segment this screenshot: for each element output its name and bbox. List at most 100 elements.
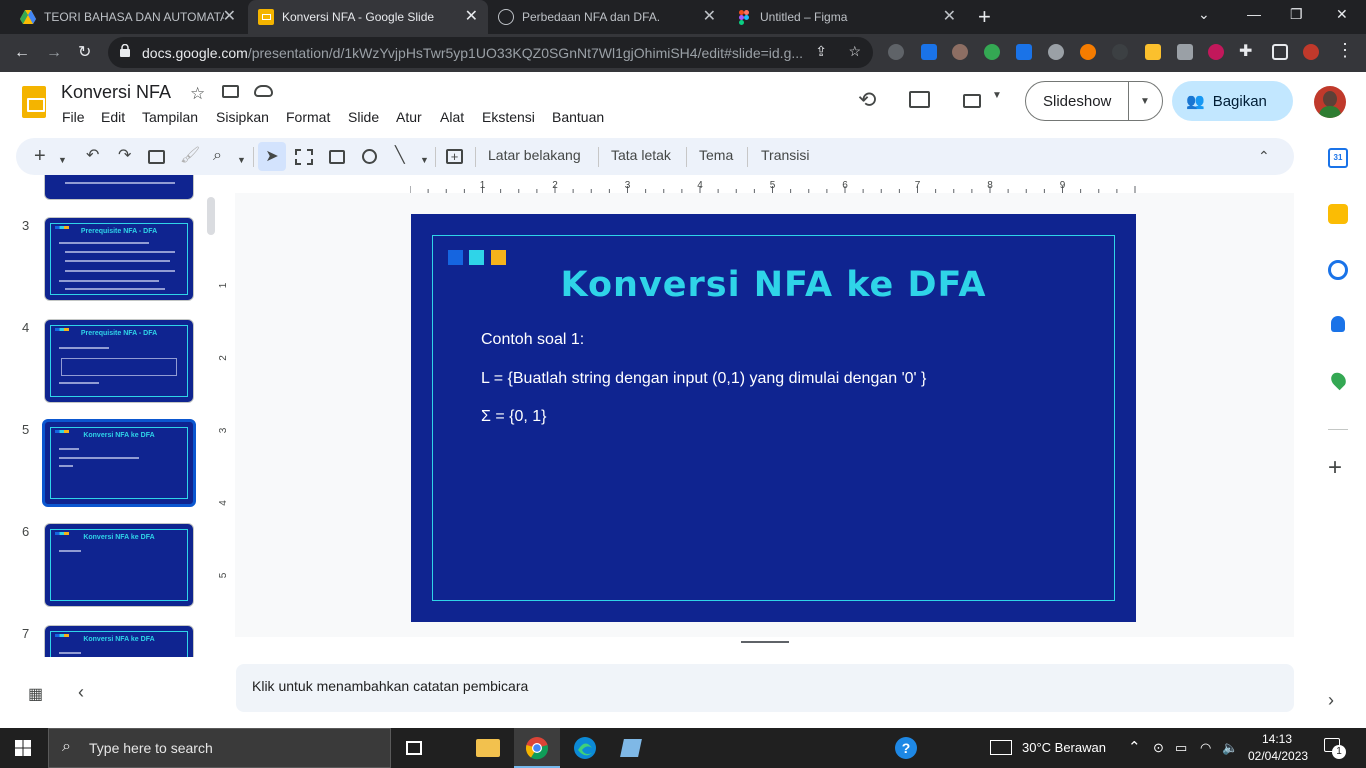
- menu-atur[interactable]: Atur: [396, 109, 422, 125]
- collapse-chevron-up-icon[interactable]: ⌃: [1258, 146, 1270, 166]
- volume-icon[interactable]: 🔈: [1222, 740, 1238, 756]
- forward-arrow-icon[interactable]: →: [46, 43, 62, 63]
- restore-button[interactable]: ❐: [1290, 6, 1303, 23]
- show-hidden-icons-chevron[interactable]: ⌃: [1128, 738, 1141, 756]
- undo-icon[interactable]: ↶: [86, 146, 99, 166]
- slide-body-line[interactable]: Contoh soal 1:: [481, 331, 584, 349]
- tab-perbedaan-nfa[interactable]: Perbedaan NFA dan DFA. ✕: [488, 0, 726, 34]
- clock-date[interactable]: 02/04/2023: [1248, 749, 1308, 763]
- slide-thumbnail-4[interactable]: Prerequisite NFA - DFA: [44, 319, 194, 403]
- edge-icon[interactable]: [573, 736, 597, 760]
- background-button[interactable]: Latar belakang: [488, 147, 581, 163]
- filmstrip-scrollbar[interactable]: [207, 197, 215, 235]
- tab-close-icon[interactable]: ✕: [223, 9, 236, 25]
- new-slide-plus-icon[interactable]: +: [34, 146, 46, 166]
- chrome-taskbar-button[interactable]: [514, 728, 560, 768]
- extension-icon[interactable]: [888, 44, 904, 60]
- tab-konversi-nfa[interactable]: Konversi NFA - Google Slide ✕: [248, 0, 488, 34]
- slide-thumbnail-5[interactable]: Konversi NFA ke DFA: [42, 419, 196, 507]
- speaker-notes[interactable]: Klik untuk menambahkan catatan pembicara: [236, 664, 1294, 712]
- reload-icon[interactable]: ↻: [78, 43, 91, 63]
- bookmark-star-icon[interactable]: ☆: [848, 43, 861, 60]
- slide-thumbnail-7[interactable]: Konversi NFA ke DFA: [44, 625, 194, 657]
- calendar-icon[interactable]: 31: [1328, 148, 1348, 168]
- redo-icon[interactable]: ↷: [118, 146, 131, 166]
- tab-close-icon[interactable]: ✕: [703, 9, 716, 25]
- browser-menu-icon[interactable]: ⋮: [1336, 40, 1354, 60]
- slide-thumbnail-2[interactable]: [44, 175, 194, 200]
- notes-app-icon[interactable]: [620, 739, 642, 757]
- menu-sisipkan[interactable]: Sisipkan: [216, 109, 269, 125]
- extension-icon[interactable]: [1048, 44, 1064, 60]
- help-icon[interactable]: ?: [894, 736, 918, 760]
- layout-button[interactable]: Tata letak: [611, 147, 671, 163]
- insert-image-icon[interactable]: [329, 150, 345, 164]
- menu-format[interactable]: Format: [286, 109, 330, 125]
- document-title[interactable]: Konversi NFA: [61, 82, 171, 103]
- tasks-icon[interactable]: [1328, 260, 1348, 280]
- slideshow-button[interactable]: Slideshow ▼: [1025, 81, 1163, 121]
- tab-close-icon[interactable]: ✕: [465, 9, 478, 25]
- weather-text[interactable]: 30°C Berawan: [1022, 740, 1106, 755]
- notes-resize-handle[interactable]: [741, 641, 789, 643]
- shape-icon[interactable]: [362, 149, 377, 164]
- zoom-icon[interactable]: ⌕: [213, 146, 222, 166]
- contacts-icon[interactable]: [1331, 316, 1345, 332]
- meet-camera-icon[interactable]: [963, 94, 981, 108]
- extension-icon[interactable]: [1145, 44, 1161, 60]
- add-comment-icon[interactable]: +: [446, 149, 463, 164]
- window-close-button[interactable]: ✕: [1336, 6, 1348, 23]
- extension-icon[interactable]: [921, 44, 937, 60]
- star-icon[interactable]: ☆: [190, 84, 205, 104]
- transition-button[interactable]: Transisi: [761, 147, 810, 163]
- news-weather-icon[interactable]: [990, 740, 1012, 755]
- tab-close-icon[interactable]: ✕: [943, 9, 956, 25]
- share-button[interactable]: 👥 Bagikan: [1172, 81, 1293, 121]
- zoom-dropdown-icon[interactable]: ▼: [237, 150, 246, 170]
- slide-thumbnail-6[interactable]: Konversi NFA ke DFA: [44, 523, 194, 607]
- menu-edit[interactable]: Edit: [101, 109, 125, 125]
- profile-avatar-icon[interactable]: [1303, 44, 1319, 60]
- address-bar[interactable]: docs.google.com/presentation/d/1kWzYvjpH…: [108, 37, 873, 68]
- tab-figma[interactable]: Untitled – Figma ✕: [726, 0, 966, 34]
- menu-file[interactable]: File: [62, 109, 85, 125]
- share-page-icon[interactable]: ⇪: [815, 43, 827, 60]
- slide-title[interactable]: Konversi NFA ke DFA: [411, 265, 1136, 305]
- slide-thumbnail-3[interactable]: Prerequisite NFA - DFA: [44, 217, 194, 301]
- meet-dropdown-icon[interactable]: ▼: [992, 90, 1002, 101]
- show-side-panel-chevron-icon[interactable]: ›: [1328, 690, 1348, 710]
- keep-icon[interactable]: [1328, 204, 1348, 224]
- menu-slide[interactable]: Slide: [348, 109, 379, 125]
- back-arrow-icon[interactable]: ←: [14, 43, 30, 63]
- file-explorer-icon[interactable]: [476, 739, 500, 757]
- menu-alat[interactable]: Alat: [440, 109, 464, 125]
- menu-ekstensi[interactable]: Ekstensi: [482, 109, 535, 125]
- collapse-filmstrip-icon[interactable]: ‹: [78, 682, 84, 703]
- new-tab-button[interactable]: +: [978, 4, 991, 30]
- account-avatar[interactable]: [1314, 86, 1346, 118]
- cloud-saved-icon[interactable]: [254, 85, 273, 97]
- extension-icon[interactable]: [1208, 44, 1224, 60]
- extension-icon[interactable]: [1177, 44, 1193, 60]
- minimize-button[interactable]: —: [1247, 6, 1261, 22]
- print-icon[interactable]: [148, 150, 165, 164]
- extension-icon[interactable]: [952, 44, 968, 60]
- move-folder-icon[interactable]: [222, 85, 239, 98]
- side-panel-icon[interactable]: [1272, 44, 1288, 60]
- extension-icon[interactable]: [1016, 44, 1032, 60]
- battery-icon[interactable]: ▭: [1175, 740, 1187, 756]
- select-cursor-icon[interactable]: ➤: [258, 142, 286, 171]
- extension-icon[interactable]: [1080, 44, 1096, 60]
- slide-canvas[interactable]: Konversi NFA ke DFA Contoh soal 1: L = {…: [411, 214, 1136, 622]
- version-history-icon[interactable]: ⟲: [858, 87, 876, 113]
- line-icon[interactable]: ╲: [395, 146, 405, 166]
- onedrive-icon[interactable]: ⊙: [1153, 740, 1164, 756]
- maps-icon[interactable]: [1328, 369, 1349, 391]
- tab-teori-bahasa[interactable]: TEORI BAHASA DAN AUTOMATA ✕: [10, 0, 246, 34]
- text-box-icon[interactable]: [295, 149, 313, 165]
- taskbar-search-box[interactable]: ⌕ Type here to search: [48, 728, 391, 768]
- windows-start-icon[interactable]: [15, 740, 31, 756]
- slide-body-line[interactable]: Σ = {0, 1}: [481, 408, 547, 426]
- get-addons-plus-icon[interactable]: +: [1328, 456, 1348, 480]
- slides-logo-icon[interactable]: [22, 86, 46, 118]
